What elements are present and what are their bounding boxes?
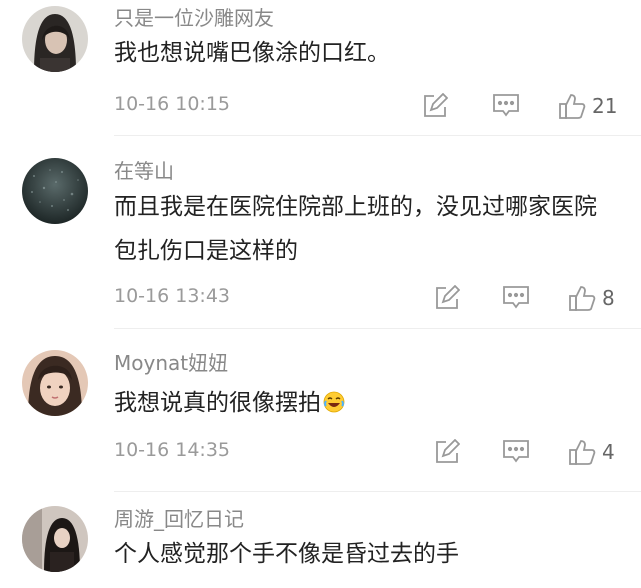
reply-button[interactable] <box>434 283 460 313</box>
like-count: 4 <box>602 440 615 464</box>
comment-text: 而且我是在医院住院部上班的，没见过哪家医院包扎伤口是这样的 <box>114 194 597 264</box>
comment-text-content: 我想说真的很像摆拍 <box>114 390 321 416</box>
thumbs-up-icon <box>569 440 596 465</box>
comment-text: 个人感觉那个手不像是昏过去的手 <box>114 541 459 567</box>
edit-square-icon <box>424 93 448 117</box>
thumbs-up-icon <box>569 286 596 311</box>
reply-button[interactable] <box>434 437 460 467</box>
like-count: 8 <box>602 286 615 310</box>
comment-button[interactable] <box>502 283 530 313</box>
like-button[interactable]: 4 <box>568 437 615 467</box>
timestamp: 10-16 10:15 <box>114 93 231 115</box>
comment-item: Moynat妞妞 我想说真的很像摆拍 10-16 14:35 4 <box>0 330 641 492</box>
comment-bubble-icon <box>503 440 529 463</box>
thumbs-up-icon <box>559 94 586 119</box>
reply-button[interactable] <box>422 91 448 121</box>
comment-item: 只是一位沙雕网友 我也想说嘴巴像涂的口红。 10-16 10:15 21 <box>0 0 641 136</box>
comment-meta: 10-16 14:35 4 <box>114 437 621 467</box>
edit-square-icon <box>436 285 460 309</box>
laughing-tears-emoji <box>323 384 345 413</box>
like-count: 21 <box>592 94 618 118</box>
comment-bubble-icon <box>493 94 519 117</box>
timestamp: 10-16 14:35 <box>114 439 231 461</box>
comment-item: 周游_回忆日记 个人感觉那个手不像是昏过去的手 <box>0 492 641 588</box>
avatar[interactable] <box>22 506 88 572</box>
username[interactable]: 周游_回忆日记 <box>114 507 244 531</box>
comment-meta: 10-16 10:15 21 <box>114 91 621 121</box>
comment-text: 我也想说嘴巴像涂的口红。 <box>114 40 390 66</box>
comment-bubble-icon <box>503 286 529 309</box>
avatar[interactable] <box>22 6 88 72</box>
timestamp: 10-16 13:43 <box>114 285 231 307</box>
username[interactable]: 只是一位沙雕网友 <box>114 6 274 30</box>
edit-square-icon <box>436 439 460 463</box>
divider <box>114 328 641 329</box>
comment-button[interactable] <box>502 437 530 467</box>
like-button[interactable]: 8 <box>568 283 615 313</box>
avatar[interactable] <box>22 350 88 416</box>
comment-button[interactable] <box>492 91 520 121</box>
comment-text: 我想说真的很像摆拍 <box>114 381 614 425</box>
avatar[interactable] <box>22 158 88 224</box>
comment-meta: 10-16 13:43 8 <box>114 283 621 313</box>
username[interactable]: 在等山 <box>114 159 174 183</box>
username[interactable]: Moynat妞妞 <box>114 351 228 375</box>
like-button[interactable]: 21 <box>558 91 617 121</box>
comment-list: 只是一位沙雕网友 我也想说嘴巴像涂的口红。 10-16 10:15 21 在等山… <box>0 0 641 588</box>
comment-item: 在等山 而且我是在医院住院部上班的，没见过哪家医院包扎伤口是这样的 10-16 … <box>0 136 641 330</box>
